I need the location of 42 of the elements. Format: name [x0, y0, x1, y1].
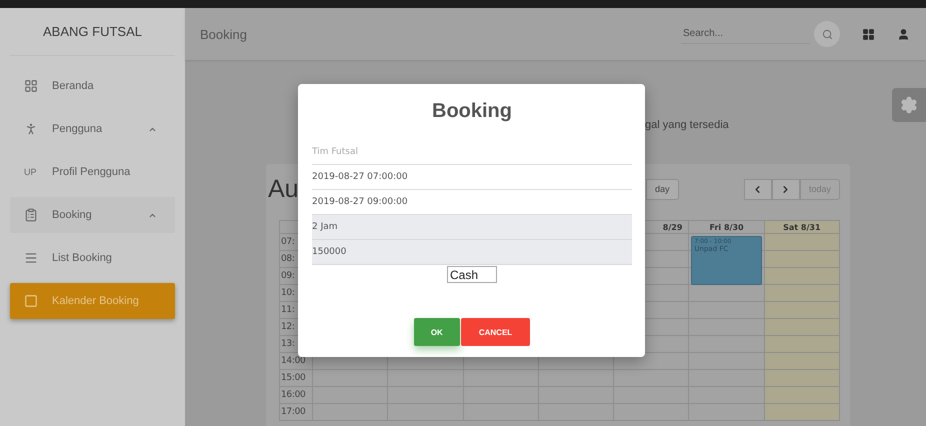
sidebar-label: List Booking: [52, 252, 113, 264]
next-button[interactable]: [772, 178, 800, 200]
sidebar-label: Pengguna: [52, 123, 104, 135]
page-title: Booking: [200, 26, 248, 42]
sidebar-label: Beranda: [52, 80, 95, 92]
clipboard-icon: [24, 208, 38, 222]
item-abbreviation: UP: [24, 167, 38, 177]
sidebar-item[interactable]: Pengguna: [10, 111, 175, 147]
user-icon[interactable]: [897, 28, 910, 40]
input-field[interactable]: 2 Jam: [312, 215, 632, 240]
sidebar-item[interactable]: Booking: [10, 197, 175, 233]
sidebar-label: Profil Pengguna: [52, 166, 132, 178]
dialog-title: Booking: [431, 99, 513, 124]
sidebar-label: Booking: [52, 209, 93, 221]
day-header: Sat 8/31: [764, 221, 840, 234]
day-header: Fri 8/30: [689, 221, 765, 234]
settings-button[interactable]: [892, 88, 926, 122]
gear-icon: [900, 96, 918, 114]
person-icon: [24, 122, 38, 136]
previous-button[interactable]: [744, 178, 772, 200]
search-field[interactable]: Search...: [681, 24, 810, 44]
grid-icon[interactable]: [862, 28, 875, 40]
calendar-title: Au: [268, 174, 299, 202]
payment-select[interactable]: Cash: [447, 266, 497, 283]
search-icon: [822, 28, 832, 40]
grid-icon: [24, 79, 38, 93]
square-icon: [24, 294, 38, 308]
sidebar-item[interactable]: UP Profil Pengguna: [10, 154, 175, 190]
input-field[interactable]: 150000: [312, 240, 632, 265]
sidebar-label: Kalender Booking: [52, 295, 140, 307]
list-icon: [24, 251, 38, 265]
sidebar-item[interactable]: List Booking: [10, 240, 175, 276]
ok-button[interactable]: OK: [414, 318, 460, 346]
search-button[interactable]: [814, 21, 840, 47]
time-label: 16:00: [280, 387, 313, 404]
time-label: 17:00: [280, 404, 313, 421]
view-button[interactable]: day: [646, 178, 679, 200]
app-title: ABANG FUTSAL: [10, 8, 175, 56]
cancel-button[interactable]: CANCEL: [460, 318, 530, 346]
sidebar-item[interactable]: Beranda: [10, 68, 175, 104]
time-label: 15:00: [280, 370, 313, 387]
page-subtitle: gal yang tersedia: [645, 119, 729, 131]
